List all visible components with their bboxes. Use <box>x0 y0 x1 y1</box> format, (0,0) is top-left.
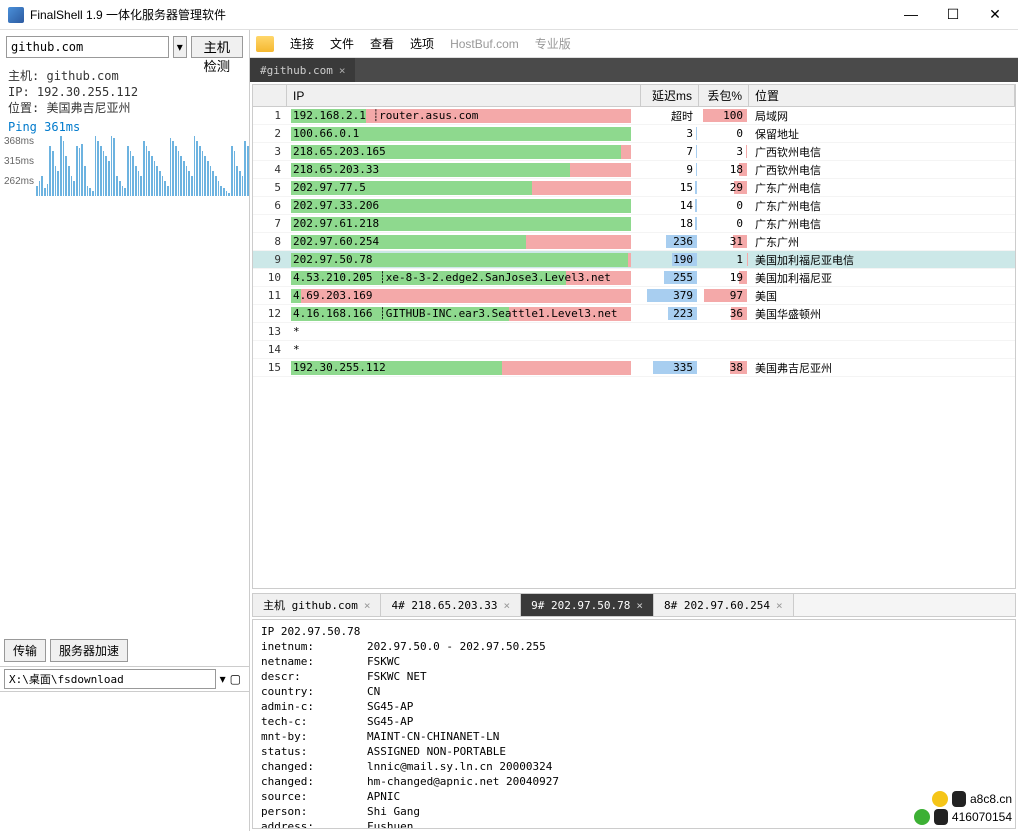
transfer-tab[interactable]: 传输 <box>4 639 46 662</box>
file-area <box>0 691 249 831</box>
table-row[interactable]: 114.69.203.16937997美国 <box>253 287 1015 305</box>
right-panel: 连接 文件 查看 选项 HostBuf.com 专业版 #github.com … <box>250 30 1018 831</box>
detail-tab[interactable]: 4# 218.65.203.33× <box>381 594 521 616</box>
col-hop <box>253 85 287 106</box>
table-row[interactable]: 2100.66.0.130保留地址 <box>253 125 1015 143</box>
close-icon[interactable]: × <box>636 599 643 612</box>
minimize-button[interactable]: — <box>896 6 926 23</box>
menu-hostbuf[interactable]: HostBuf.com <box>450 37 519 51</box>
titlebar: FinalShell 1.9 一体化服务器管理软件 — ☐ ✕ <box>0 0 1018 30</box>
traceroute-table: IP 延迟ms 丢包% 位置 1192.168.2.1 ┊router.asus… <box>252 84 1016 589</box>
table-row[interactable]: 15192.30.255.11233538美国弗吉尼亚州 <box>253 359 1015 377</box>
detail-tab[interactable]: 8# 202.97.60.254× <box>654 594 794 616</box>
detail-tab-bar: 主机 github.com×4# 218.65.203.33×9# 202.97… <box>252 593 1016 617</box>
close-button[interactable]: ✕ <box>980 6 1010 23</box>
table-row[interactable]: 6202.97.33.206140广东广州电信 <box>253 197 1015 215</box>
session-tab-bar: #github.com × <box>250 58 1018 82</box>
table-row[interactable]: 3218.65.203.16573广西钦州电信 <box>253 143 1015 161</box>
session-tab[interactable]: #github.com × <box>250 58 355 82</box>
whois-panel[interactable]: IP 202.97.50.78 inetnum: 202.97.50.0 - 2… <box>252 619 1016 829</box>
menu-pro[interactable]: 专业版 <box>535 35 571 52</box>
close-icon[interactable]: × <box>339 64 346 77</box>
qq-icon <box>934 809 948 825</box>
close-icon[interactable]: × <box>364 599 371 612</box>
open-folder-icon[interactable] <box>256 36 274 52</box>
path-input[interactable] <box>4 669 216 689</box>
col-ip-header[interactable]: IP <box>287 85 641 106</box>
ping-status: Ping 361ms <box>0 120 249 134</box>
avatar-icon <box>932 791 948 807</box>
watermark: a8c8.cn 416070154 <box>914 791 1012 825</box>
col-loss-header[interactable]: 丢包% <box>699 85 749 106</box>
menu-view[interactable]: 查看 <box>370 35 394 52</box>
table-row[interactable]: 104.53.210.205 ┊xe-8-3-2.edge2.SanJose3.… <box>253 269 1015 287</box>
close-icon[interactable]: × <box>776 599 783 612</box>
table-row[interactable]: 14* <box>253 341 1015 359</box>
table-row[interactable]: 8202.97.60.25423631广东广州 <box>253 233 1015 251</box>
server-accel-tab[interactable]: 服务器加速 <box>50 639 128 662</box>
qq-icon <box>952 791 966 807</box>
table-row[interactable]: 13* <box>253 323 1015 341</box>
table-row[interactable]: 9202.97.50.781901美国加利福尼亚电信 <box>253 251 1015 269</box>
menu-options[interactable]: 选项 <box>410 35 434 52</box>
menu-connect[interactable]: 连接 <box>290 35 314 52</box>
host-input[interactable] <box>6 36 169 58</box>
table-row[interactable]: 4218.65.203.33918广西钦州电信 <box>253 161 1015 179</box>
folder-icon[interactable]: ▢ <box>230 672 241 686</box>
ping-graph: 368ms 315ms 262ms <box>0 136 249 196</box>
window-title: FinalShell 1.9 一体化服务器管理软件 <box>30 6 896 23</box>
path-dropdown-icon[interactable]: ▾ <box>220 672 226 686</box>
table-row[interactable]: 5202.97.77.51529广东广州电信 <box>253 179 1015 197</box>
detail-tab[interactable]: 主机 github.com× <box>253 594 381 616</box>
col-location-header[interactable]: 位置 <box>749 85 1015 106</box>
host-info: 主机: github.com IP: 192.30.255.112 位置: 美国… <box>0 64 249 120</box>
app-icon <box>8 7 24 23</box>
toolbar: 连接 文件 查看 选项 HostBuf.com 专业版 <box>250 30 1018 58</box>
close-icon[interactable]: × <box>503 599 510 612</box>
detail-tab[interactable]: 9# 202.97.50.78× <box>521 594 654 616</box>
menu-file[interactable]: 文件 <box>330 35 354 52</box>
table-row[interactable]: 1192.168.2.1 ┊router.asus.com超时100局域网 <box>253 107 1015 125</box>
col-delay-header[interactable]: 延迟ms <box>641 85 699 106</box>
table-row[interactable]: 124.16.168.166 ┊GITHUB-INC.ear3.Seattle1… <box>253 305 1015 323</box>
wechat-icon <box>914 809 930 825</box>
left-panel: ▾ 主机检测 主机: github.com IP: 192.30.255.112… <box>0 30 250 831</box>
host-check-button[interactable]: 主机检测 <box>191 36 243 58</box>
maximize-button[interactable]: ☐ <box>938 6 968 23</box>
host-dropdown-button[interactable]: ▾ <box>173 36 187 58</box>
table-row[interactable]: 7202.97.61.218180广东广州电信 <box>253 215 1015 233</box>
